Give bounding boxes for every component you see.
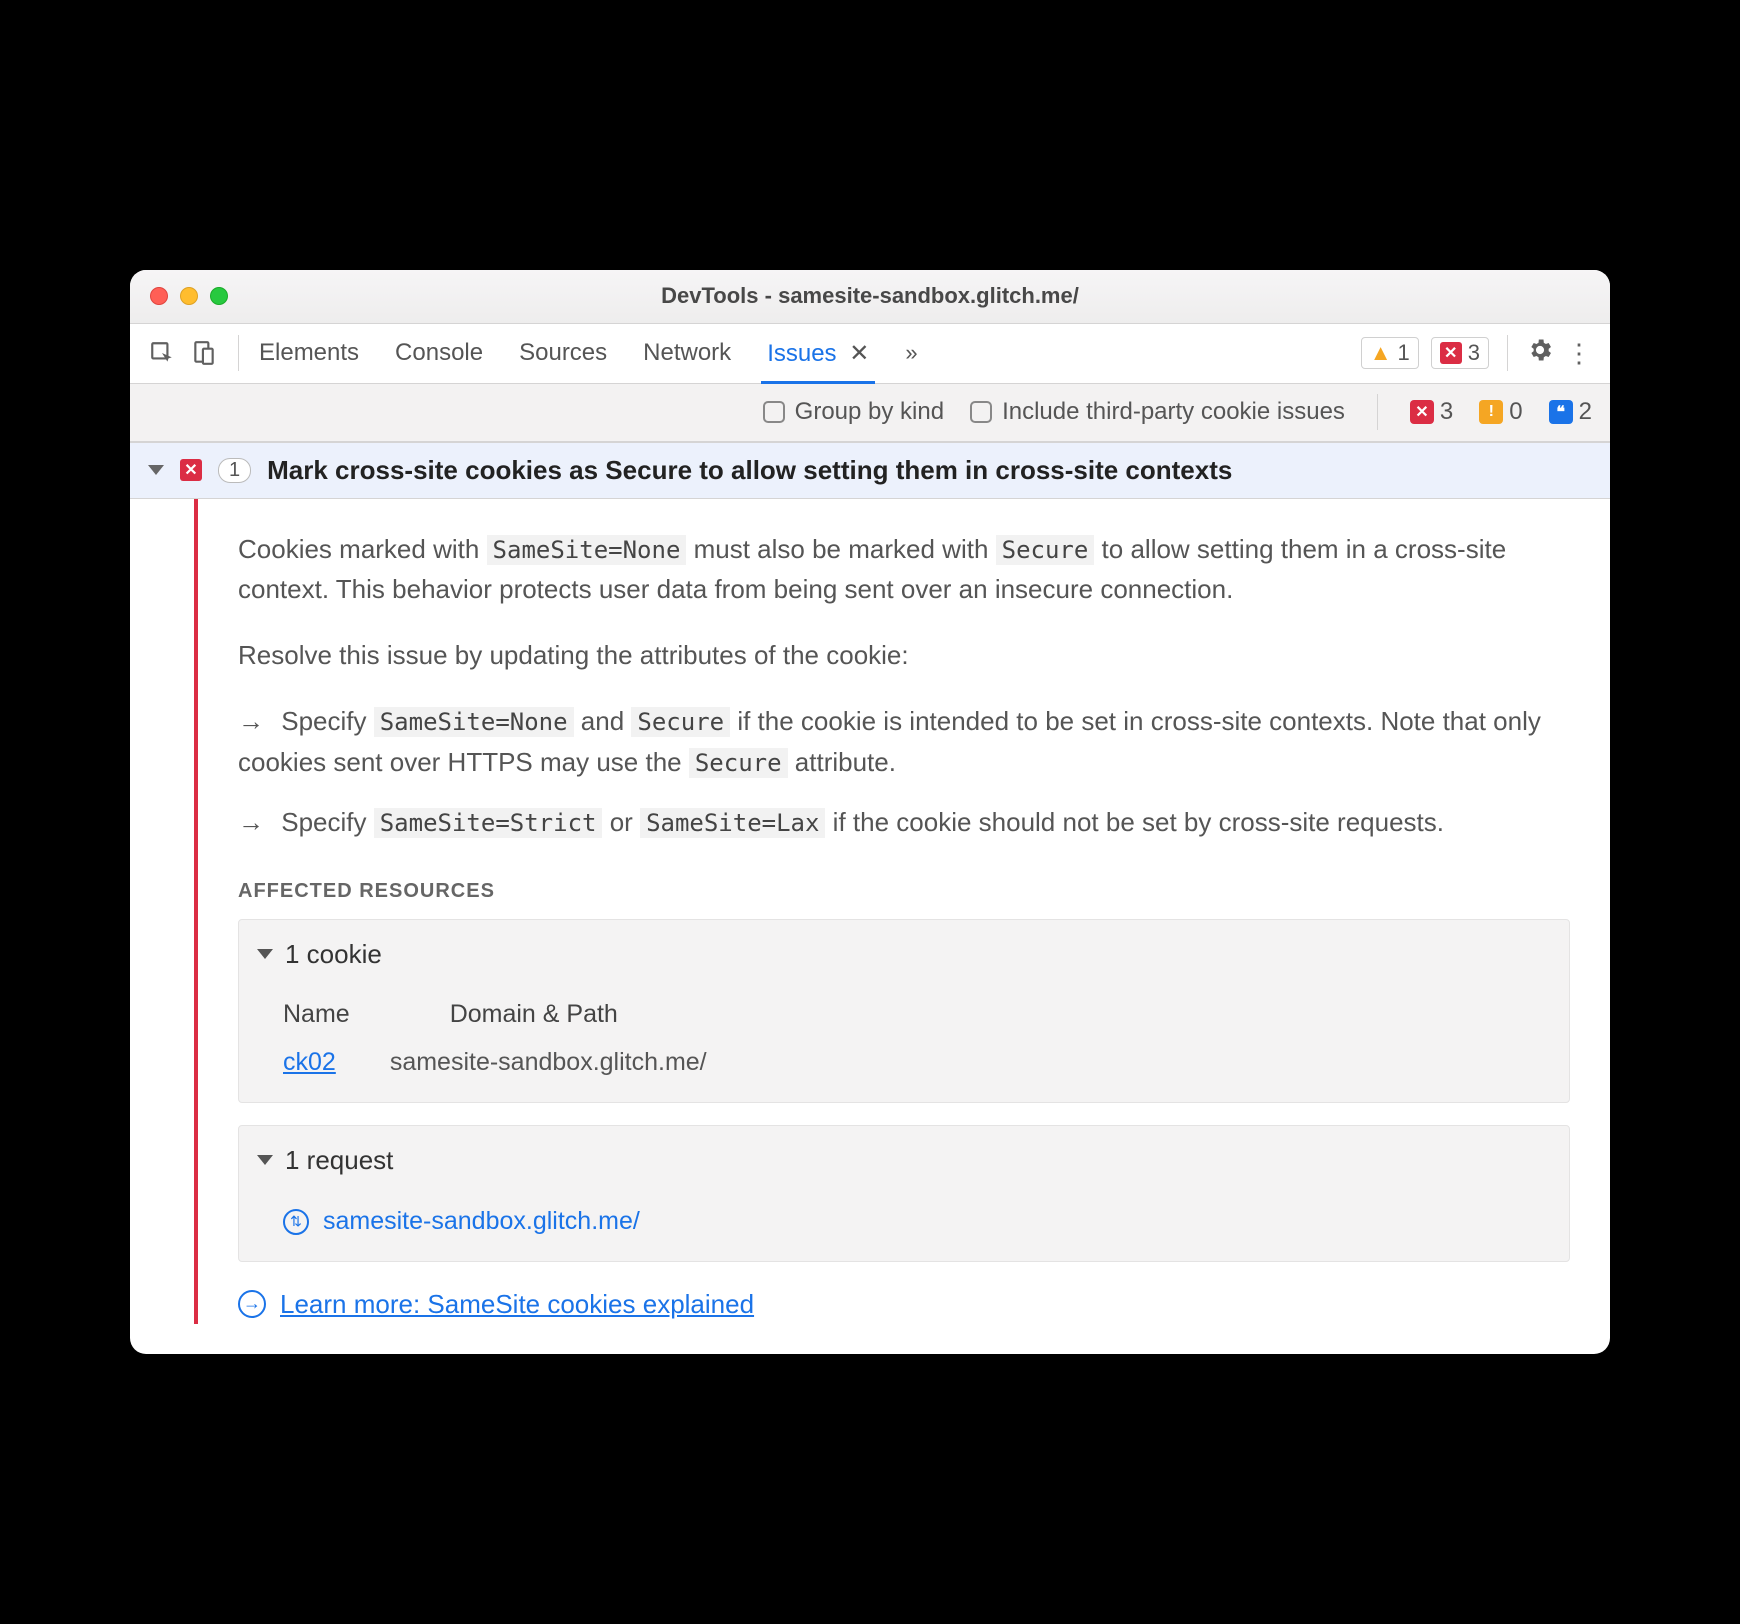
request-url: samesite-sandbox.glitch.me/ — [323, 1202, 640, 1241]
divider — [1507, 335, 1508, 371]
col-name: Name — [283, 995, 350, 1034]
settings-icon[interactable] — [1526, 336, 1554, 371]
warnings-badge[interactable]: ▲ 1 — [1361, 337, 1419, 369]
device-toggle-icon[interactable] — [190, 339, 218, 367]
zoom-window-button[interactable] — [210, 287, 228, 305]
request-icon: ⇅ — [283, 1209, 309, 1235]
error-icon: ✕ — [1440, 342, 1462, 364]
toolbar-right: ▲ 1 ✕ 3 ⋮ — [1361, 335, 1592, 371]
error-flag-count: 3 — [1440, 398, 1453, 426]
close-window-button[interactable] — [150, 287, 168, 305]
info-flag-count: 2 — [1579, 398, 1592, 426]
main-toolbar: Elements Console Sources Network Issues … — [130, 324, 1610, 384]
affected-requests-header[interactable]: 1 request — [239, 1126, 1569, 1194]
more-tabs-icon[interactable]: » — [905, 340, 917, 366]
panel-tabs: Elements Console Sources Network Issues … — [259, 325, 1347, 382]
code-secure: Secure — [631, 707, 730, 737]
error-icon: ✕ — [1410, 400, 1434, 424]
arrow-icon: → — [238, 706, 264, 736]
code-samesite-strict: SameSite=Strict — [374, 808, 603, 838]
code-samesite-none: SameSite=None — [487, 535, 687, 565]
tab-console[interactable]: Console — [395, 325, 483, 381]
inspect-icon[interactable] — [148, 339, 176, 367]
cookie-row: ck02 samesite-sandbox.glitch.me/ — [283, 1043, 1551, 1082]
issue-resolve-intro: Resolve this issue by updating the attri… — [238, 635, 1570, 675]
cookies-count-label: 1 cookie — [285, 934, 382, 974]
group-by-kind-label: Group by kind — [795, 398, 944, 426]
expand-icon — [257, 949, 273, 959]
issue-content: Cookies marked with SameSite=None must a… — [238, 499, 1610, 1325]
devtools-window: DevTools - samesite-sandbox.glitch.me/ E… — [130, 270, 1610, 1355]
learn-more-icon: → — [238, 1290, 266, 1318]
warning-flag-count: 0 — [1509, 398, 1522, 426]
cookie-table: Name Domain & Path ck02 samesite-sandbox… — [239, 989, 1569, 1103]
tab-network[interactable]: Network — [643, 325, 731, 381]
info-icon: ❝ — [1549, 400, 1573, 424]
issues-filter-bar: Group by kind Include third-party cookie… — [130, 384, 1610, 442]
include-third-party-label: Include third-party cookie issues — [1002, 398, 1345, 426]
divider — [238, 335, 239, 371]
warning-flag[interactable]: ! 0 — [1479, 398, 1522, 426]
resolution-item: → Specify SameSite=None and Secure if th… — [238, 701, 1570, 782]
checkbox-icon — [763, 401, 785, 423]
tab-sources[interactable]: Sources — [519, 325, 607, 381]
minimize-window-button[interactable] — [180, 287, 198, 305]
arrow-icon: → — [238, 807, 264, 837]
request-row[interactable]: ⇅ samesite-sandbox.glitch.me/ — [239, 1194, 1569, 1261]
issue-row-header[interactable]: ✕ 1 Mark cross-site cookies as Secure to… — [130, 442, 1610, 499]
code-samesite-none: SameSite=None — [374, 707, 574, 737]
cookie-name-link[interactable]: ck02 — [283, 1043, 336, 1082]
warnings-count: 1 — [1398, 340, 1410, 366]
more-options-icon[interactable]: ⋮ — [1566, 338, 1592, 369]
code-samesite-lax: SameSite=Lax — [640, 808, 825, 838]
affected-requests-panel: 1 request ⇅ samesite-sandbox.glitch.me/ — [238, 1125, 1570, 1262]
error-flag[interactable]: ✕ 3 — [1410, 398, 1453, 426]
divider — [1377, 394, 1378, 430]
warning-icon: ▲ — [1370, 340, 1392, 366]
issue-count-pill: 1 — [218, 458, 251, 483]
code-secure: Secure — [689, 748, 788, 778]
affected-cookies-header[interactable]: 1 cookie — [239, 920, 1569, 988]
info-flag[interactable]: ❝ 2 — [1549, 398, 1592, 426]
error-icon: ✕ — [180, 459, 202, 481]
severity-rule — [194, 499, 198, 1325]
tab-issues-label: Issues — [767, 340, 836, 367]
close-tab-icon[interactable]: ✕ — [849, 340, 869, 367]
window-title: DevTools - samesite-sandbox.glitch.me/ — [130, 283, 1610, 309]
learn-more-link[interactable]: Learn more: SameSite cookies explained — [280, 1284, 754, 1324]
tab-elements[interactable]: Elements — [259, 325, 359, 381]
code-secure: Secure — [996, 535, 1095, 565]
expand-icon — [257, 1155, 273, 1165]
learn-more-row: → Learn more: SameSite cookies explained — [238, 1284, 1570, 1324]
affected-resources-label: AFFECTED RESOURCES — [238, 876, 1570, 907]
checkbox-icon — [970, 401, 992, 423]
errors-count: 3 — [1468, 340, 1480, 366]
cookie-table-header: Name Domain & Path — [283, 995, 1551, 1034]
cookie-domain: samesite-sandbox.glitch.me/ — [390, 1043, 707, 1082]
errors-badge[interactable]: ✕ 3 — [1431, 337, 1489, 369]
issue-body: Cookies marked with SameSite=None must a… — [130, 499, 1610, 1355]
traffic-lights — [130, 287, 228, 305]
issue-title: Mark cross-site cookies as Secure to all… — [267, 455, 1232, 486]
resolution-item: → Specify SameSite=Strict or SameSite=La… — [238, 802, 1570, 842]
warning-icon: ! — [1479, 400, 1503, 424]
col-domain: Domain & Path — [450, 995, 618, 1034]
affected-cookies-panel: 1 cookie Name Domain & Path ck02 samesit… — [238, 919, 1570, 1103]
tab-issues[interactable]: Issues ✕ — [767, 325, 869, 382]
issue-description: Cookies marked with SameSite=None must a… — [238, 529, 1570, 610]
group-by-kind-checkbox[interactable]: Group by kind — [763, 398, 944, 426]
titlebar: DevTools - samesite-sandbox.glitch.me/ — [130, 270, 1610, 324]
requests-count-label: 1 request — [285, 1140, 393, 1180]
expand-icon — [148, 465, 164, 475]
include-third-party-checkbox[interactable]: Include third-party cookie issues — [970, 398, 1345, 426]
